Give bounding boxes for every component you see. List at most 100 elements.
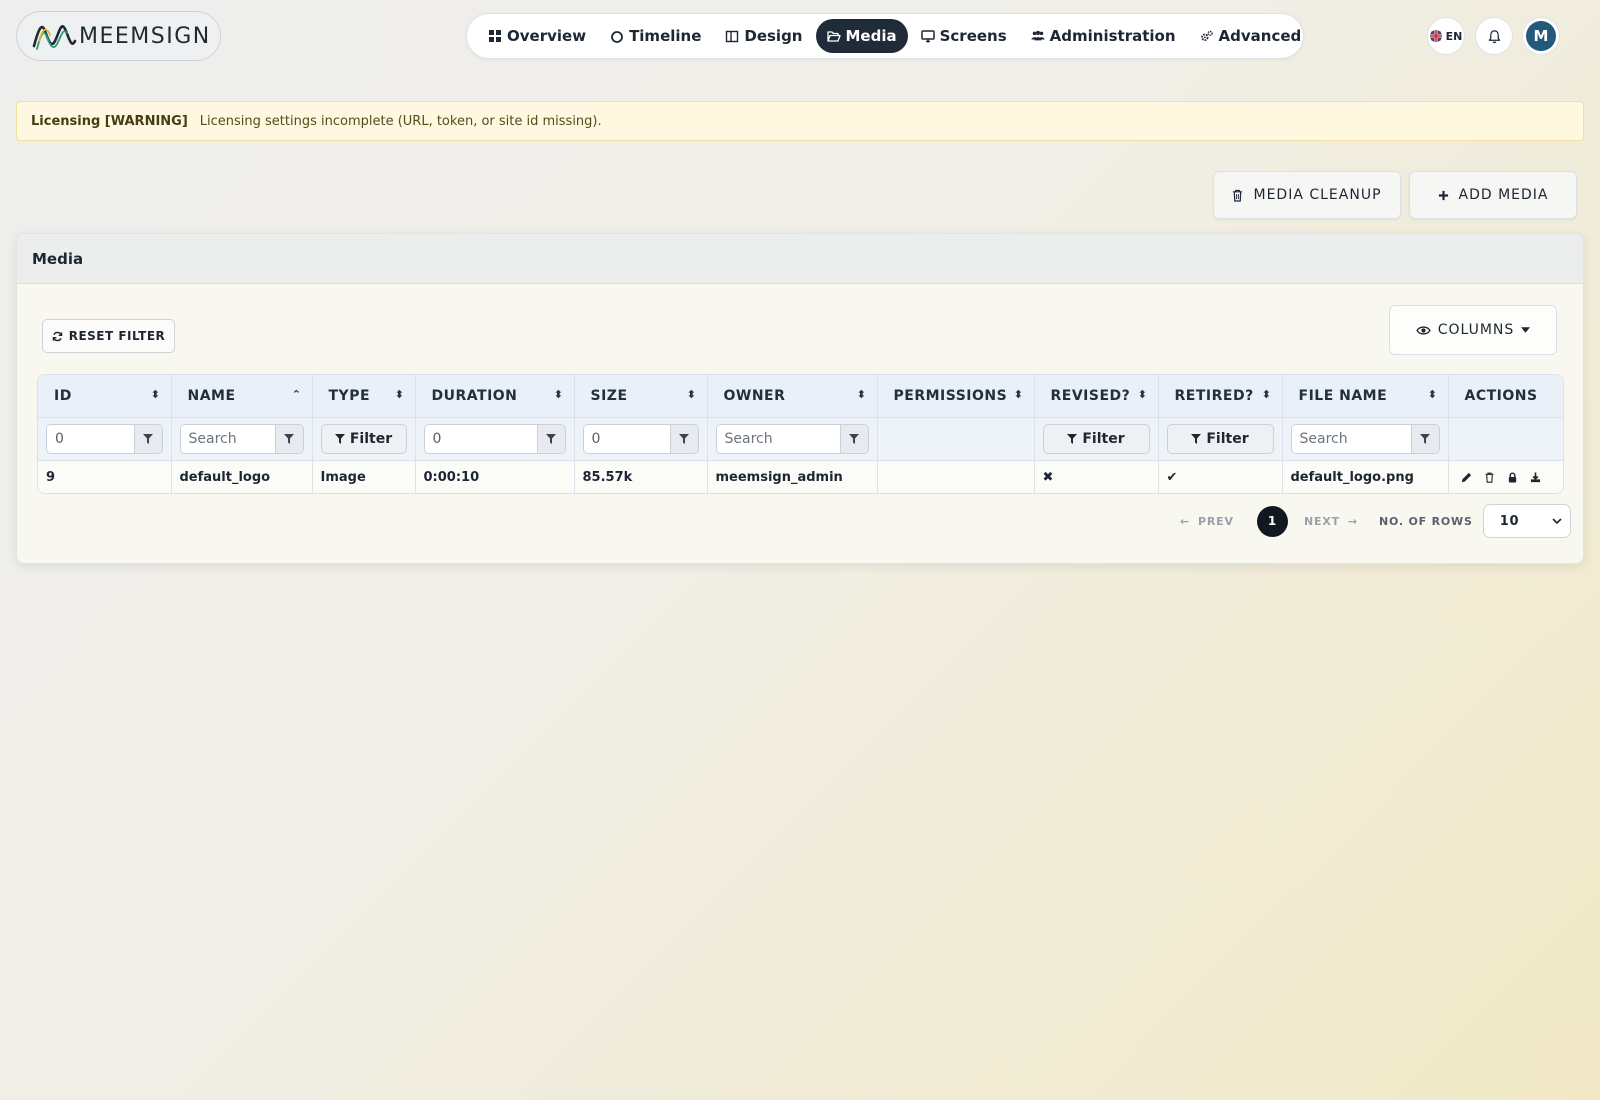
filter-cell-file-name [1282,417,1449,461]
arrow-left-icon: ← [1180,514,1191,528]
refresh-icon [52,331,62,341]
name-filter-input[interactable] [180,424,275,453]
filter-icon [334,433,345,444]
retired-filter-button[interactable]: Filter [1166,423,1274,454]
size-filter-input[interactable] [583,424,670,453]
size-filter-button[interactable] [669,424,698,453]
sort-asc-icon: ⌃ [291,388,302,401]
nav-label: Design [744,27,803,45]
name-filter [179,423,304,454]
permissions-lock-icon[interactable] [1507,472,1518,483]
logo-mark-icon [32,25,77,50]
column-header-size[interactable]: SIZE ⬍ [574,375,708,418]
nav-item-advanced[interactable]: Advanced [1189,19,1313,53]
nav-item-media[interactable]: Media [815,19,908,53]
filter-cell-revised: Filter [1034,417,1159,461]
sort-icon: ⬍ [553,388,564,401]
nav-label: Advanced [1218,27,1302,45]
filter-cell-actions [1448,417,1563,461]
column-header-id[interactable]: ID ⬍ [38,375,172,418]
uk-flag-icon [1429,30,1442,42]
table-row[interactable]: 9 default_logo Image 0:00:10 85.57k meem… [38,460,1563,493]
owner-filter-input[interactable] [716,424,840,453]
nav-item-overview[interactable]: Overview [477,19,597,53]
media-table: ID ⬍ NAME ⌃ TYPE ⬍ DURATION ⬍ SIZE ⬍ OWNER ⬍ P… [37,374,1564,494]
filter-cell-permissions [877,417,1035,461]
rows-per-page-value: 10 [1499,513,1520,529]
column-header-name[interactable]: NAME ⌃ [171,375,313,418]
cell-actions [1448,460,1563,493]
filter-cell-owner [707,417,878,461]
delete-trash-icon[interactable] [1484,472,1495,483]
type-filter-button[interactable]: Filter [320,423,407,454]
revised-filter-button[interactable]: Filter [1042,423,1150,454]
monitor-icon [920,30,935,43]
card-title: Media [17,234,1583,284]
user-menu-button[interactable]: M [1522,17,1560,55]
next-page-button[interactable]: NEXT → [1304,515,1379,528]
nav-item-screens[interactable]: Screens [910,19,1018,53]
arrow-right-icon: → [1347,514,1358,528]
sort-icon: ⬍ [856,388,867,401]
users-icon [1031,30,1045,41]
column-header-revised[interactable]: REVISED? ⬍ [1034,375,1159,418]
filter-cell-duration [415,417,575,461]
bell-icon [1488,29,1500,43]
id-filter-input[interactable] [47,424,134,453]
sort-icon: ⬍ [1013,388,1024,401]
download-icon[interactable] [1530,472,1541,483]
file-name-filter-input[interactable] [1291,424,1411,453]
language-label: EN [1445,29,1463,43]
column-header-permissions[interactable]: PERMISSIONS ⬍ [877,375,1035,418]
duration-filter-input[interactable] [424,424,537,453]
sort-icon: ⬍ [150,388,161,401]
page-number-current[interactable]: 1 [1257,505,1288,537]
avatar: M [1526,21,1556,51]
filter-cell-retired: Filter [1158,417,1283,461]
language-switcher[interactable]: EN [1427,17,1465,55]
rows-per-page-label: NO. OF ROWS [1379,514,1473,528]
column-header-type[interactable]: TYPE ⬍ [312,375,416,418]
columns-dropdown-button[interactable]: COLUMNS [1389,305,1557,355]
column-header-owner[interactable]: OWNER ⬍ [707,375,878,418]
filter-icon [1191,433,1202,444]
logo-text: MEEMSIGN [79,23,211,49]
sort-icon: ⬍ [1261,388,1272,401]
cell-id: 9 [38,460,172,493]
circle-icon [611,31,623,43]
column-header-actions: ACTIONS [1448,375,1563,418]
column-header-file-name[interactable]: FILE NAME ⬍ [1282,375,1449,418]
size-filter [582,423,699,454]
owner-filter-button[interactable] [839,424,868,453]
reset-filter-button[interactable]: RESET FILTER [42,319,175,353]
trash-icon [1233,189,1243,202]
filter-icon [546,433,556,444]
cell-retired: ✔ [1158,460,1283,493]
duration-filter-button[interactable] [536,424,565,453]
cell-revised: ✖ [1034,460,1159,493]
prev-page-button[interactable]: ← PREV [1180,515,1254,528]
cell-type: Image [312,460,416,493]
file-name-filter-button[interactable] [1410,424,1439,453]
cell-size: 85.57k [574,460,708,493]
notifications-button[interactable] [1475,17,1513,55]
nav-item-design[interactable]: Design [714,19,813,53]
id-filter-button[interactable] [133,424,162,453]
sort-icon: ⬍ [1137,388,1148,401]
column-header-duration[interactable]: DURATION ⬍ [415,375,575,418]
media-cleanup-label: MEDIA CLEANUP [1253,187,1382,203]
nav-label: Timeline [629,27,702,45]
nav-item-timeline[interactable]: Timeline [599,19,712,53]
filter-icon [284,433,294,444]
rows-per-page-select[interactable]: 10 [1482,504,1571,538]
nav-item-administration[interactable]: Administration [1020,19,1187,53]
column-header-retired[interactable]: RETIRED? ⬍ [1158,375,1283,418]
add-media-button[interactable]: ADD MEDIA [1409,171,1577,219]
cell-name: default_logo [171,460,313,493]
name-filter-button[interactable] [274,424,303,453]
duration-filter [423,423,566,454]
media-cleanup-button[interactable]: MEDIA CLEANUP [1213,171,1401,219]
filter-cell-name [171,417,313,461]
app-logo[interactable]: MEEMSIGN [16,11,221,61]
edit-pencil-icon[interactable] [1461,472,1472,483]
